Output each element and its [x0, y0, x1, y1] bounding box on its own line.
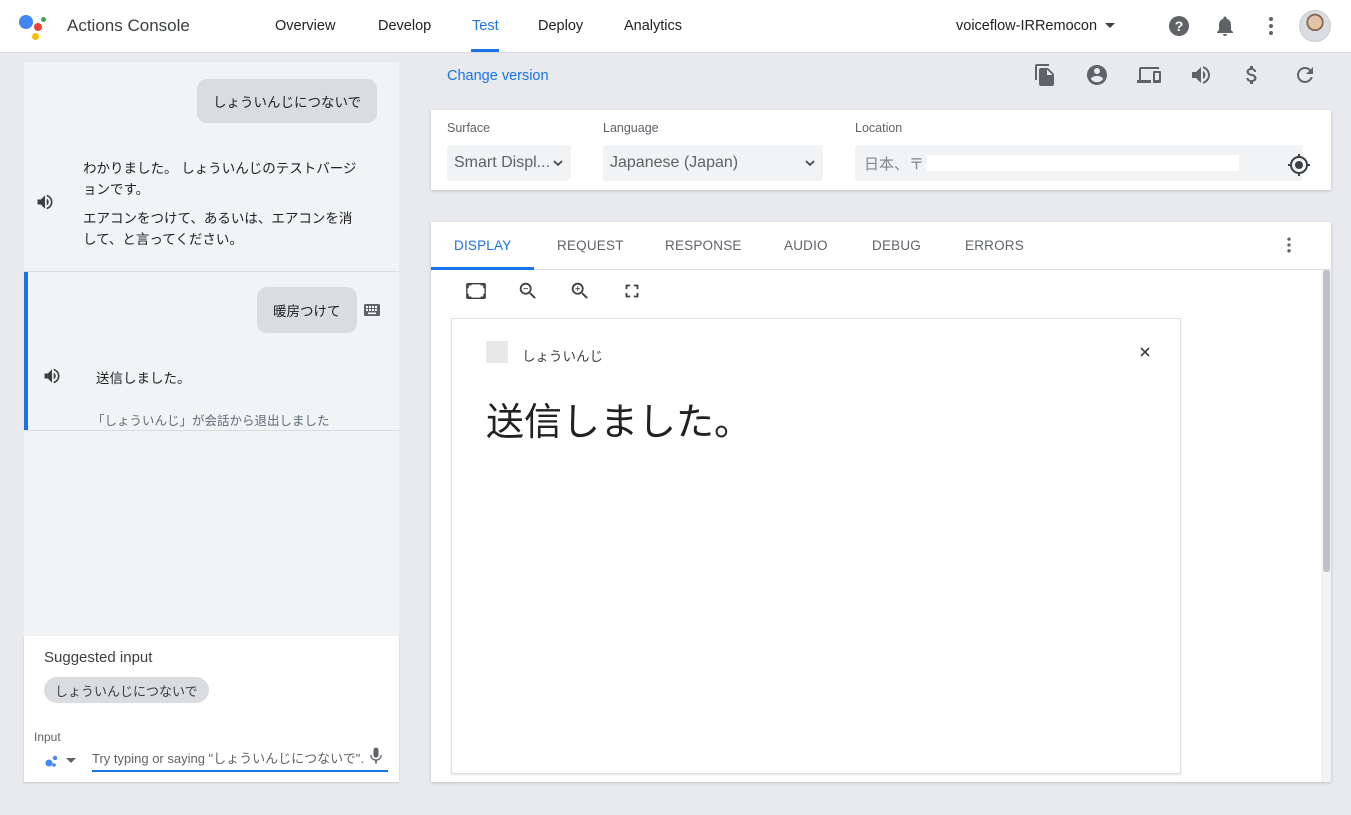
tab-debug[interactable]: DEBUG — [872, 238, 921, 253]
more-vert-icon[interactable] — [1259, 14, 1283, 38]
location-value: 日本、〒 — [864, 155, 925, 173]
avatar[interactable] — [1299, 10, 1331, 42]
copy-icon[interactable] — [1033, 63, 1057, 87]
project-selector[interactable]: voiceflow-IRRemocon — [956, 18, 1097, 34]
app-title[interactable]: Actions Console — [67, 16, 190, 36]
my-location-icon[interactable] — [1287, 153, 1311, 177]
bot-response-line: して、と言ってください。 — [83, 232, 243, 247]
surface-label: Surface — [447, 121, 491, 135]
surface-value: Smart Displ... — [454, 154, 551, 171]
bot-response-line: ョンです。 — [83, 182, 150, 197]
action-name: しょういんじ — [522, 349, 603, 364]
nav-develop[interactable]: Develop — [378, 18, 431, 34]
speaker-icon[interactable] — [42, 366, 62, 386]
user-message-bubble[interactable]: しょういんじにつないで — [197, 79, 378, 123]
display-response-text: 送信しました。 — [486, 400, 753, 444]
turn-divider — [24, 271, 399, 272]
language-value: Japanese (Japan) — [610, 154, 739, 171]
google-assistant-logo[interactable] — [19, 12, 49, 40]
location-label: Location — [855, 121, 903, 135]
app-icon-placeholder — [486, 341, 508, 363]
user-message-bubble[interactable]: 暖房つけて — [257, 287, 357, 333]
input-label: Input — [34, 730, 61, 744]
speaker-icon[interactable] — [35, 192, 55, 212]
selected-turn-indicator — [24, 272, 28, 430]
help-icon[interactable]: ? — [1167, 14, 1191, 38]
nav-overview[interactable]: Overview — [275, 18, 335, 34]
location-redaction — [927, 155, 1239, 171]
volume-icon[interactable] — [1189, 63, 1213, 87]
query-input[interactable] — [92, 746, 388, 772]
nav-deploy[interactable]: Deploy — [538, 18, 583, 34]
account-icon[interactable] — [1085, 63, 1109, 87]
panel-tabs: DISPLAY REQUEST RESPONSE AUDIO DEBUG ERR… — [431, 222, 1331, 270]
more-vert-icon[interactable] — [1279, 235, 1299, 255]
refresh-icon[interactable] — [1293, 63, 1317, 87]
language-select[interactable]: Japanese (Japan) — [603, 145, 823, 181]
bot-response-line: エアコンをつけて、あるいは、エアコンを消 — [83, 211, 353, 226]
fit-screen-icon[interactable] — [465, 280, 487, 302]
display-panel: DISPLAY REQUEST RESPONSE AUDIO DEBUG ERR… — [431, 222, 1331, 782]
nav-analytics[interactable]: Analytics — [624, 18, 682, 34]
location-field[interactable]: 日本、〒 — [855, 145, 1303, 181]
turn-divider — [24, 430, 399, 431]
chevron-down-icon — [805, 160, 815, 167]
keyboard-icon — [364, 304, 380, 316]
chevron-down-icon — [553, 160, 563, 167]
surface-select[interactable]: Smart Displ... — [447, 145, 571, 181]
microphone-icon[interactable] — [366, 746, 386, 766]
tab-audio[interactable]: AUDIO — [784, 238, 828, 253]
dropdown-caret-icon[interactable] — [1105, 23, 1115, 28]
smart-display-preview: しょういんじ 送信しました。 — [451, 318, 1181, 774]
suggested-input-title: Suggested input — [44, 649, 153, 666]
nav-test[interactable]: Test — [472, 18, 499, 34]
tab-display[interactable]: DISPLAY — [454, 238, 511, 253]
simulator-settings-card: Surface Smart Displ... Language Japanese… — [431, 110, 1331, 190]
top-app-bar: Actions Console Overview Develop Test De… — [0, 0, 1351, 53]
devices-icon[interactable] — [1137, 63, 1161, 87]
tab-request[interactable]: REQUEST — [557, 238, 624, 253]
svg-text:?: ? — [1175, 18, 1184, 34]
dollar-icon[interactable] — [1240, 63, 1264, 87]
notifications-icon[interactable] — [1213, 14, 1237, 38]
tab-response[interactable]: RESPONSE — [665, 238, 742, 253]
suggestion-chip[interactable]: しょういんじにつないで — [44, 677, 209, 703]
active-nav-indicator — [471, 49, 499, 52]
active-tab-indicator — [431, 267, 534, 270]
bot-response-line: わかりました。 しょういんじのテストバージ — [83, 161, 357, 176]
scrollbar-thumb[interactable] — [1323, 270, 1330, 572]
language-label: Language — [603, 121, 659, 135]
bot-response-line: 送信しました。 — [96, 371, 191, 386]
conversation-exit-note: 「しょういんじ」が会話から退出しました — [92, 414, 330, 428]
zoom-in-icon[interactable] — [569, 280, 591, 302]
tab-errors[interactable]: ERRORS — [965, 238, 1024, 253]
close-icon[interactable] — [1138, 345, 1152, 359]
change-version-link[interactable]: Change version — [447, 68, 549, 84]
zoom-out-icon[interactable] — [517, 280, 539, 302]
assistant-input-mode-icon[interactable] — [44, 752, 80, 768]
fullscreen-icon[interactable] — [621, 280, 643, 302]
